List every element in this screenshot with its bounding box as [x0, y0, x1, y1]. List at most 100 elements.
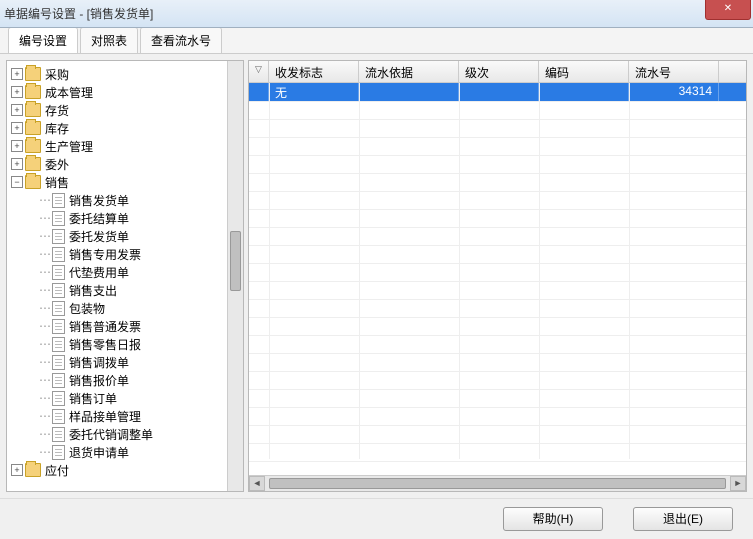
titlebar: 单据编号设置 - [销售发货单] ✕	[0, 0, 753, 28]
tree-label: 样品接单管理	[69, 408, 141, 425]
tree-label: 销售报价单	[69, 372, 129, 389]
document-icon	[52, 355, 65, 370]
tree-doc-item[interactable]: ⋯ 包装物	[9, 299, 241, 317]
tree-connector: ⋯	[39, 301, 50, 315]
document-icon	[52, 319, 65, 334]
tree-label: 委托代销调整单	[69, 426, 153, 443]
tree-folder-production[interactable]: + 生产管理	[9, 137, 241, 155]
tree-folder-payable[interactable]: +应付	[9, 461, 241, 479]
col-code[interactable]: 编码	[539, 61, 629, 82]
grid-header: ▽ 收发标志 流水依据 级次 编码 流水号	[249, 61, 746, 83]
tree-doc-item[interactable]: ⋯销售订单	[9, 389, 241, 407]
tree-label: 退货申请单	[69, 444, 129, 461]
tree-connector: ⋯	[39, 409, 50, 423]
plus-icon[interactable]: +	[11, 158, 23, 170]
tree-panel: +采购 + 成本管理 +存货 +库存 + 生产管理 +委外 − 销售 ⋯ 销售发货单 ⋯…	[6, 60, 244, 492]
grid-h-scrollbar[interactable]: ◄ ►	[249, 475, 746, 491]
tree-folder-stock[interactable]: +库存	[9, 119, 241, 137]
plus-icon[interactable]: +	[11, 464, 23, 476]
document-icon	[52, 373, 65, 388]
tree-doc-item[interactable]: ⋯ 销售发货单	[9, 191, 241, 209]
cell-level	[459, 83, 539, 101]
plus-icon[interactable]: +	[11, 140, 23, 152]
tree-label: 成本管理	[45, 84, 93, 101]
tree-label: 销售发货单	[69, 192, 129, 209]
scrollbar-thumb[interactable]	[269, 478, 726, 489]
scroll-left-icon[interactable]: ◄	[249, 476, 265, 491]
tree-doc-item[interactable]: ⋯ 销售报价单	[9, 371, 241, 389]
tree-label: 委托结算单	[69, 210, 129, 227]
col-serial[interactable]: 流水号	[629, 61, 719, 82]
tree-connector: ⋯	[39, 319, 50, 333]
tree-doc-item[interactable]: ⋯ 样品接单管理	[9, 407, 241, 425]
tree-label: 销售调拨单	[69, 354, 129, 371]
folder-icon	[25, 103, 41, 117]
tree-label: 销售专用发票	[69, 246, 141, 263]
plus-icon[interactable]: +	[11, 68, 23, 80]
tree-doc-item[interactable]: ⋯ 委托发货单	[9, 227, 241, 245]
tree-label: 生产管理	[45, 138, 93, 155]
help-button[interactable]: 帮助(H)	[503, 507, 603, 531]
tree-connector: ⋯	[39, 229, 50, 243]
tree-doc-item[interactable]: ⋯委托代销调整单	[9, 425, 241, 443]
tree-connector: ⋯	[39, 373, 50, 387]
col-level[interactable]: 级次	[459, 61, 539, 82]
document-icon	[52, 337, 65, 352]
col-serial-basis[interactable]: 流水依据	[359, 61, 459, 82]
cell-receive-flag: 无	[269, 83, 359, 101]
folder-icon	[25, 175, 41, 189]
document-icon	[52, 409, 65, 424]
tree-label: 包装物	[69, 300, 105, 317]
tab-compare-table[interactable]: 对照表	[80, 27, 138, 53]
tree-label: 委托发货单	[69, 228, 129, 245]
exit-button[interactable]: 退出(E)	[633, 507, 733, 531]
tree-folder-purchase[interactable]: +采购	[9, 65, 241, 83]
document-icon	[52, 193, 65, 208]
tree-label: 销售	[45, 174, 69, 191]
tree-doc-item[interactable]: ⋯销售支出	[9, 281, 241, 299]
tree-scrollbar[interactable]	[227, 61, 243, 491]
grid-background-lines	[249, 101, 746, 475]
tree-label: 销售零售日报	[69, 336, 141, 353]
folder-icon	[25, 139, 41, 153]
document-icon	[52, 445, 65, 460]
tree-folder-sales[interactable]: − 销售	[9, 173, 241, 191]
window-title: 单据编号设置 - [销售发货单]	[4, 5, 153, 22]
plus-icon[interactable]: +	[11, 86, 23, 98]
col-receive-flag[interactable]: 收发标志	[269, 61, 359, 82]
main-area: +采购 + 成本管理 +存货 +库存 + 生产管理 +委外 − 销售 ⋯ 销售发货单 ⋯…	[0, 54, 753, 498]
tab-view-serial[interactable]: 查看流水号	[140, 27, 222, 53]
tree-doc-item[interactable]: ⋯ 销售普通发票	[9, 317, 241, 335]
folder-icon	[25, 157, 41, 171]
tree-label: 销售支出	[69, 282, 117, 299]
tree-connector: ⋯	[39, 445, 50, 459]
tree-folder-inventory[interactable]: +存货	[9, 101, 241, 119]
document-icon	[52, 427, 65, 442]
minus-icon[interactable]: −	[11, 176, 23, 188]
window-close-button[interactable]: ✕	[705, 0, 751, 20]
tree-doc-item[interactable]: ⋯销售零售日报	[9, 335, 241, 353]
tree-doc-item[interactable]: ⋯ 销售调拨单	[9, 353, 241, 371]
scroll-right-icon[interactable]: ►	[730, 476, 746, 491]
sort-indicator-icon[interactable]: ▽	[249, 61, 269, 82]
tree-label: 销售普通发票	[69, 318, 141, 335]
tab-number-settings[interactable]: 编号设置	[8, 27, 78, 53]
tree-folder-outsource[interactable]: +委外	[9, 155, 241, 173]
tree-connector: ⋯	[39, 355, 50, 369]
tree-doc-item[interactable]: ⋯委托结算单	[9, 209, 241, 227]
document-icon	[52, 391, 65, 406]
table-row[interactable]: 无 34314	[249, 83, 746, 101]
tree-folder-cost[interactable]: + 成本管理	[9, 83, 241, 101]
plus-icon[interactable]: +	[11, 104, 23, 116]
folder-icon	[25, 67, 41, 81]
scrollbar-thumb[interactable]	[230, 231, 241, 291]
tree-doc-item[interactable]: ⋯ 退货申请单	[9, 443, 241, 461]
tree-connector: ⋯	[39, 193, 50, 207]
grid-body: 无 34314	[249, 83, 746, 475]
plus-icon[interactable]: +	[11, 122, 23, 134]
tree-doc-item[interactable]: ⋯销售专用发票	[9, 245, 241, 263]
document-icon	[52, 211, 65, 226]
tree-doc-item[interactable]: ⋯代垫费用单	[9, 263, 241, 281]
folder-icon	[25, 463, 41, 477]
document-icon	[52, 247, 65, 262]
